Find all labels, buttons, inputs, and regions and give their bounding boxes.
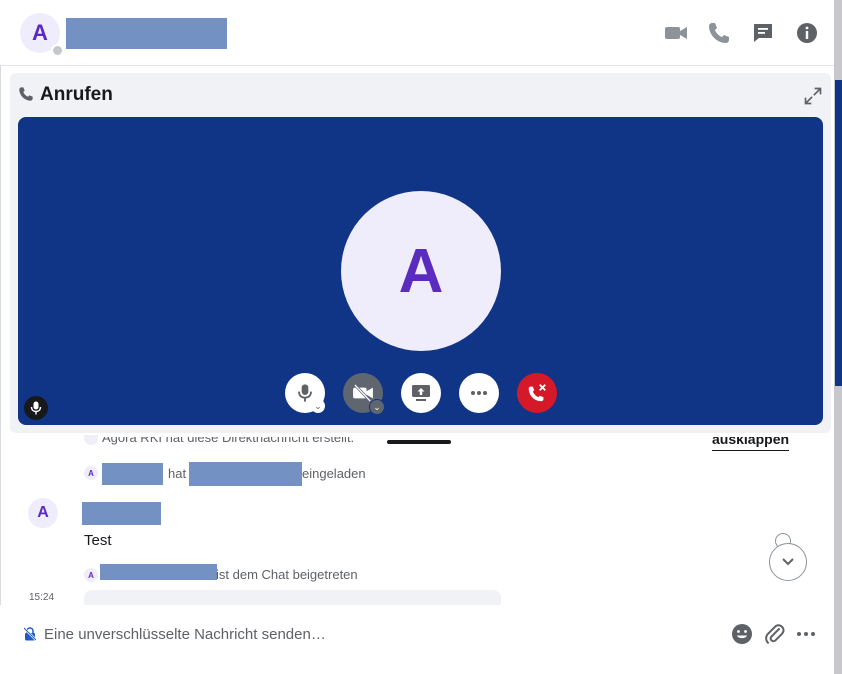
attachment-icon[interactable] bbox=[764, 623, 786, 645]
emoji-icon[interactable] bbox=[731, 623, 753, 645]
hangup-button[interactable] bbox=[517, 373, 557, 413]
room-info-icon[interactable] bbox=[795, 21, 819, 45]
participant-mic-icon bbox=[24, 396, 48, 420]
expand-icon[interactable] bbox=[803, 86, 823, 106]
chevron-down-icon bbox=[782, 558, 794, 566]
screenshare-button[interactable] bbox=[401, 373, 441, 413]
camera-options-chevron-icon[interactable]: ⌄ bbox=[369, 399, 385, 415]
more-icon bbox=[471, 391, 487, 395]
invitee-name-redacted[interactable] bbox=[189, 462, 302, 486]
call-title: Anrufen bbox=[40, 84, 113, 105]
more-options-icon[interactable] bbox=[795, 623, 817, 645]
window-border bbox=[0, 0, 1, 674]
more-call-options-button[interactable] bbox=[459, 373, 499, 413]
camera-off-icon bbox=[353, 384, 373, 402]
room-name-redacted[interactable] bbox=[66, 18, 227, 49]
background-window-edge bbox=[834, 0, 842, 674]
call-panel-resize-handle[interactable] bbox=[387, 440, 451, 444]
threads-icon[interactable] bbox=[751, 21, 775, 45]
video-call-icon[interactable] bbox=[664, 21, 688, 45]
room-created-notice: Agora RKI hat diese Direktnachricht erst… bbox=[102, 437, 355, 445]
presence-indicator bbox=[51, 44, 64, 57]
creator-avatar bbox=[84, 435, 98, 445]
event-text-verb: hat bbox=[168, 466, 187, 481]
event-text-invited: eingeladen bbox=[302, 466, 366, 481]
message-body: Test bbox=[84, 532, 112, 549]
screenshare-icon bbox=[412, 385, 430, 401]
inviter-name-redacted[interactable] bbox=[102, 463, 163, 485]
phone-icon bbox=[19, 87, 33, 101]
expand-events-link[interactable]: ausklappen bbox=[712, 437, 789, 451]
participant-avatar: A bbox=[341, 191, 501, 351]
message-bubble bbox=[84, 590, 501, 605]
sender-avatar[interactable]: A bbox=[28, 498, 58, 528]
joined-user-name-redacted[interactable] bbox=[100, 564, 217, 580]
microphone-options-chevron-icon[interactable]: ⌄ bbox=[311, 399, 325, 413]
jump-to-latest-button[interactable] bbox=[769, 543, 807, 581]
event-avatar: A bbox=[84, 466, 98, 480]
event-text-joined: ist dem Chat beigetreten bbox=[216, 567, 358, 582]
message-input[interactable] bbox=[40, 622, 708, 646]
microphone-icon bbox=[298, 384, 312, 402]
voice-call-icon[interactable] bbox=[707, 21, 731, 45]
message-timestamp: 15:24 bbox=[29, 592, 55, 603]
unencrypted-lock-icon bbox=[24, 627, 36, 641]
hangup-icon bbox=[528, 384, 546, 402]
event-avatar: A bbox=[84, 568, 98, 582]
sender-name-redacted[interactable] bbox=[82, 502, 161, 525]
